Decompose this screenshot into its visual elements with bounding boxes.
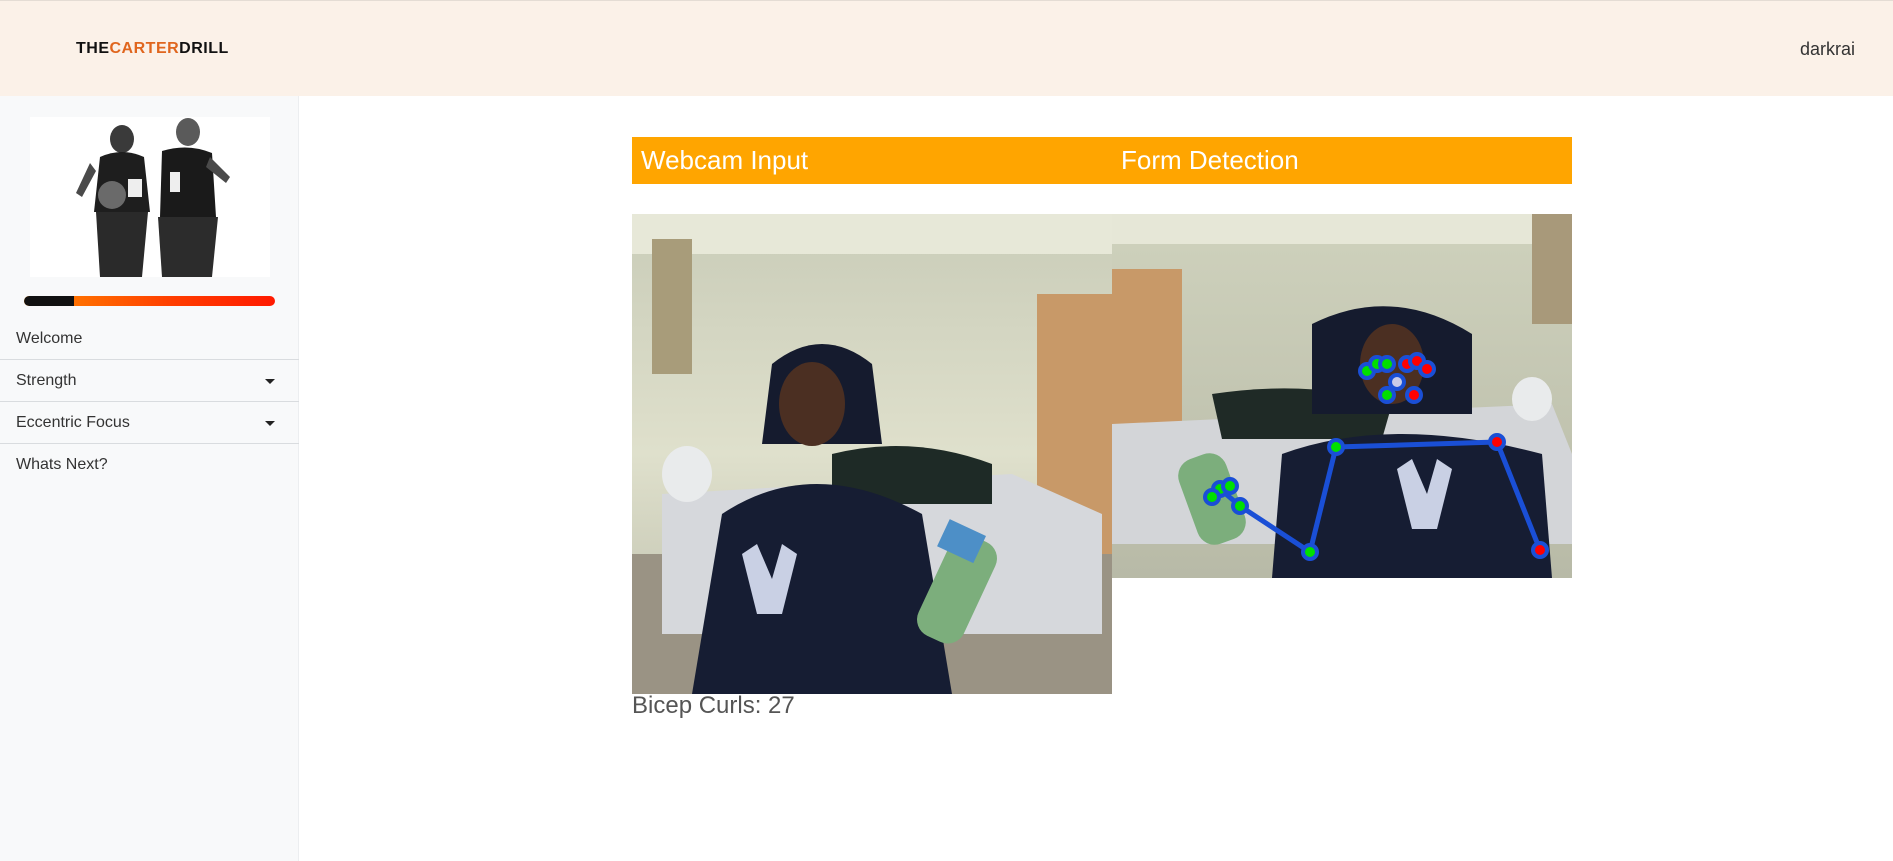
sidebar-logo-image [30, 117, 270, 277]
progress-bar [24, 296, 275, 306]
sidebar-item-label: Eccentric Focus [16, 414, 130, 431]
form-detection-image [1112, 214, 1572, 578]
sidebar-item-label: Welcome [16, 330, 83, 347]
sidebar-item-welcome[interactable]: Welcome [0, 318, 299, 360]
user-menu[interactable]: darkrai [1800, 39, 1855, 60]
brand-text-the: THE [76, 40, 110, 57]
sidebar-item-whats-next[interactable]: Whats Next? [0, 444, 299, 486]
sidebar-item-strength[interactable]: Strength [0, 360, 299, 402]
sidebar-item-label: Whats Next? [16, 456, 108, 473]
section-header-bar: Webcam Input Form Detection [632, 137, 1572, 184]
webcam-input-title: Webcam Input [641, 145, 809, 175]
top-navbar: THECARTERDRILL darkrai [0, 0, 1893, 96]
brand-text-drill: DRILL [179, 40, 229, 57]
sidebar-item-eccentric-focus[interactable]: Eccentric Focus [0, 402, 299, 444]
webcam-feed-image [632, 214, 1112, 694]
caret-down-icon [265, 379, 275, 384]
form-detection-title: Form Detection [1121, 145, 1299, 175]
progress-bar-fill [24, 296, 75, 306]
sidebar-nav: Welcome Strength Eccentric Focus Whats N… [0, 318, 299, 486]
caret-down-icon [265, 421, 275, 426]
brand-logo[interactable]: THECARTERDRILL [76, 40, 229, 58]
rep-counter: Bicep Curls: 27 [632, 692, 795, 719]
sidebar: Welcome Strength Eccentric Focus Whats N… [0, 96, 299, 861]
brand-text-carter: CARTER [109, 40, 180, 57]
sidebar-item-label: Strength [16, 372, 77, 389]
